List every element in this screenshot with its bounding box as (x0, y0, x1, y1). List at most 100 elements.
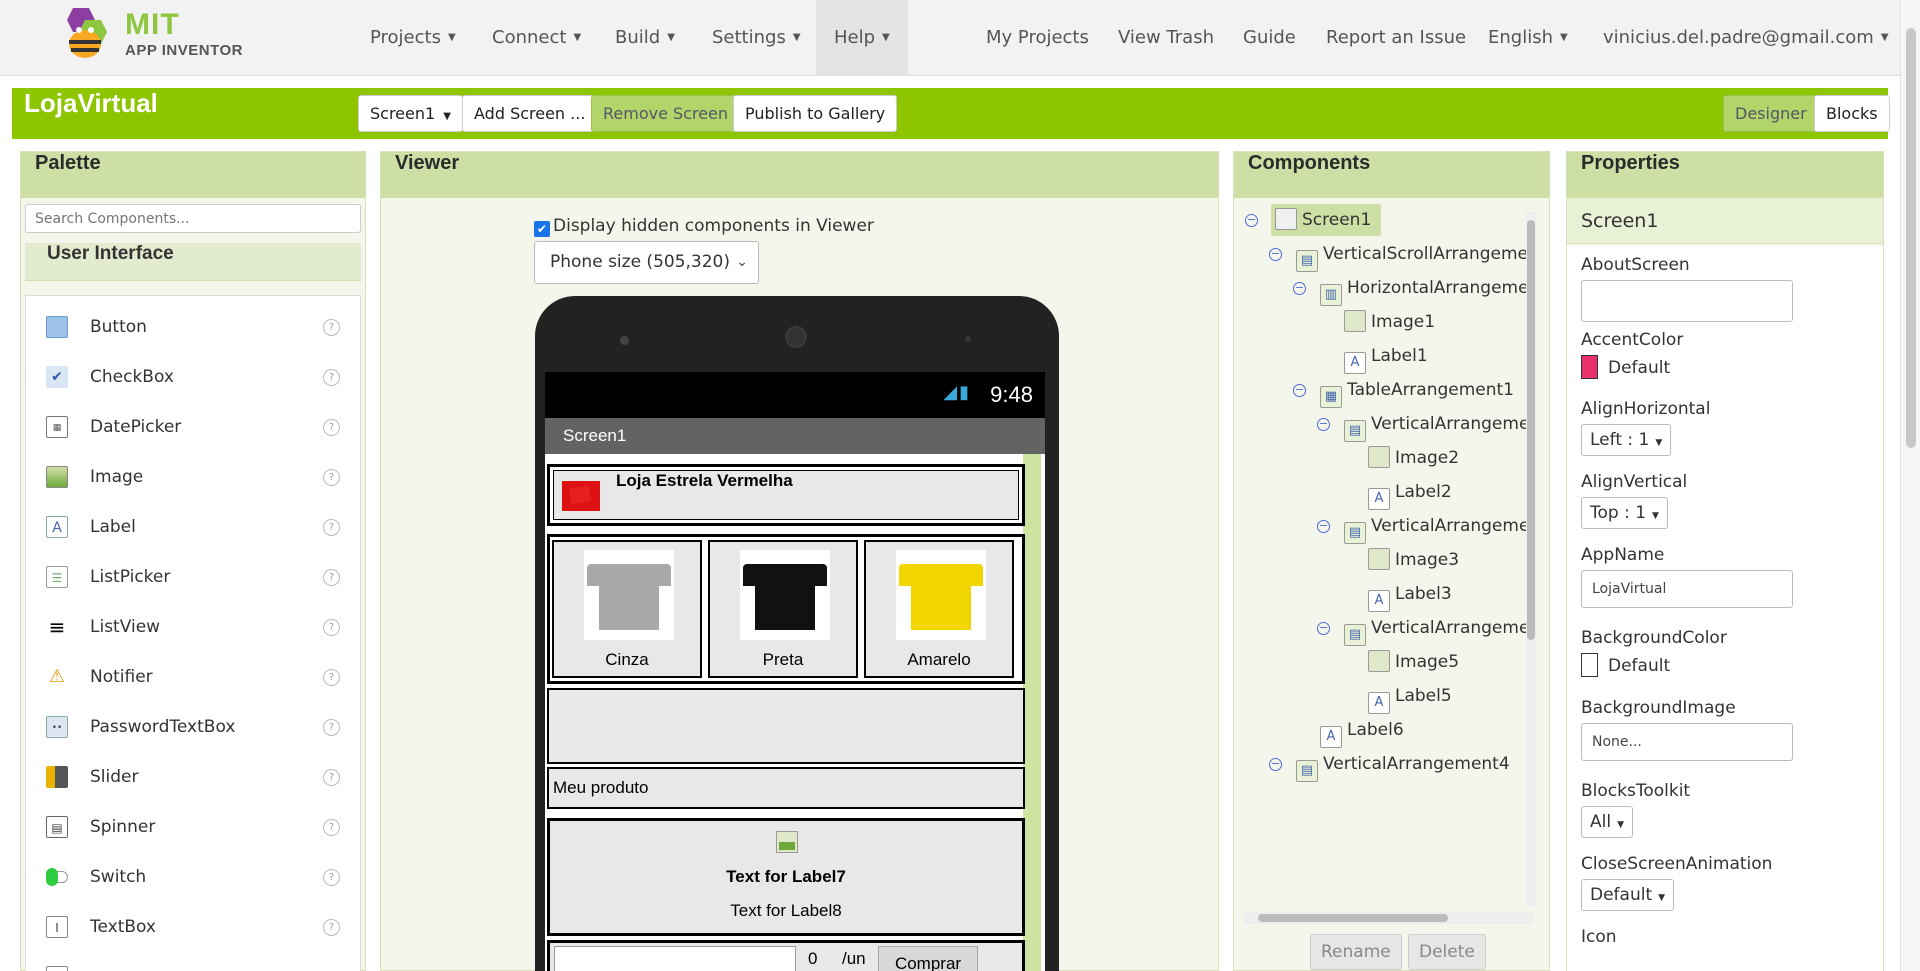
page-scrollbar[interactable] (1900, 0, 1920, 971)
palette-item-listpicker[interactable]: ☰ ListPicker? (26, 552, 360, 602)
appname-input[interactable]: LojaVirtual (1581, 570, 1793, 608)
tree-node-label3[interactable]: A Label3 (1368, 578, 1452, 612)
horizontal-arrangement-header[interactable]: Loja Estrela Vermelha (547, 464, 1025, 526)
tree-node-verticalarrangement2[interactable]: ▤VerticalArrangement2 (1344, 510, 1532, 544)
nav-language[interactable]: English ▼ (1488, 0, 1568, 76)
blocks-button[interactable]: Blocks (1814, 95, 1890, 132)
tree-node-label6[interactable]: A Label6 (1320, 714, 1404, 748)
palette-item-next[interactable] (26, 952, 360, 971)
tree-node-label2[interactable]: A Label2 (1368, 476, 1452, 510)
tree-node-image2[interactable]: Image2 (1368, 442, 1459, 474)
palette-item-switch[interactable]: Switch? (26, 852, 360, 902)
tshirt-image[interactable] (740, 550, 830, 640)
product-detail-arrangement[interactable]: Text for Label7 Text for Label8 (547, 818, 1025, 936)
collapse-icon[interactable]: − (1245, 214, 1258, 227)
quantity-label[interactable]: 0 (808, 949, 817, 969)
product-label[interactable]: Cinza (554, 650, 700, 670)
nav-report-issue[interactable]: Report an Issue (1326, 0, 1466, 76)
nav-view-trash[interactable]: View Trash (1118, 0, 1214, 76)
accentcolor-picker[interactable]: Default (1581, 355, 1683, 379)
palette-item-image[interactable]: Image? (26, 452, 360, 502)
collapse-icon[interactable]: − (1317, 520, 1330, 533)
aboutscreen-textarea[interactable] (1581, 280, 1793, 322)
nav-connect[interactable]: Connect ▼ (492, 0, 581, 76)
tree-node-tablearrangement1[interactable]: ▦ TableArrangement1 (1320, 374, 1514, 408)
palette-item-datepicker[interactable]: ▦ DatePicker? (26, 402, 360, 452)
tree-node-image1[interactable]: Image1 (1344, 306, 1435, 338)
tree-node-screen1[interactable]: Screen1 (1271, 204, 1382, 236)
unit-label[interactable]: /un (842, 949, 866, 969)
help-icon[interactable]: ? (323, 469, 340, 486)
display-hidden-checkbox[interactable]: ✔ Display hidden components in Viewer (534, 216, 874, 237)
delete-button[interactable]: Delete (1408, 934, 1486, 970)
collapse-icon[interactable]: − (1317, 622, 1330, 635)
tree-node-verticalarrangement3[interactable]: ▤VerticalArrangement3 (1344, 612, 1532, 646)
meu-produto-label[interactable]: Meu produto (547, 767, 1025, 809)
screen-select-button[interactable]: Screen1 ▼ (358, 95, 463, 132)
collapse-icon[interactable]: − (1317, 418, 1330, 431)
background-swatch[interactable] (1581, 653, 1598, 677)
product-card[interactable]: Cinza (552, 540, 702, 678)
product-card[interactable]: Preta (708, 540, 858, 678)
nav-build[interactable]: Build ▼ (615, 0, 675, 76)
help-icon[interactable]: ? (323, 869, 340, 886)
tshirt-image[interactable] (896, 550, 986, 640)
product-card[interactable]: Amarelo (864, 540, 1014, 678)
palette-item-notifier[interactable]: ⚠ Notifier? (26, 652, 360, 702)
help-icon[interactable]: ? (323, 819, 340, 836)
publish-gallery-button[interactable]: Publish to Gallery (733, 95, 898, 132)
collapse-icon[interactable]: − (1269, 758, 1282, 771)
help-icon[interactable]: ? (323, 669, 340, 686)
scrollbar-thumb[interactable] (1906, 28, 1916, 448)
help-icon[interactable]: ? (323, 769, 340, 786)
app-inventor-logo[interactable]: MIT APP INVENTOR (55, 6, 255, 66)
tshirt-image[interactable] (584, 550, 674, 640)
tree-node-horizontalarrangement1[interactable]: ▥HorizontalArrangement1 (1320, 272, 1532, 306)
app-title-label[interactable]: Loja Estrela Vermelha (616, 471, 793, 491)
palette-item-listview[interactable]: ≡ ListView? (26, 602, 360, 652)
help-icon[interactable]: ? (323, 519, 340, 536)
palette-item-label[interactable]: A Label? (26, 502, 360, 552)
phone-size-select[interactable]: Phone size (505,320) ⌄ (534, 241, 759, 284)
rename-button[interactable]: Rename (1310, 934, 1402, 970)
tree-node-image3[interactable]: Image3 (1368, 544, 1459, 576)
tree-vertical-scrollbar[interactable] (1526, 212, 1536, 906)
product-label[interactable]: Preta (710, 650, 856, 670)
tree-node-label1[interactable]: A Label1 (1344, 340, 1428, 374)
remove-screen-button[interactable]: Remove Screen (591, 95, 741, 132)
backgroundimage-input[interactable]: None... (1581, 723, 1793, 761)
empty-arrangement[interactable] (547, 688, 1025, 764)
palette-search-input[interactable] (25, 204, 361, 233)
quantity-textbox[interactable] (554, 946, 796, 971)
palette-item-passwordtextbox[interactable]: •• PasswordTextBox? (26, 702, 360, 752)
red-star-image[interactable] (562, 481, 600, 511)
alignvertical-dropdown[interactable]: Top : 1 ▼ (1581, 497, 1668, 529)
nav-guide[interactable]: Guide (1243, 0, 1296, 76)
closescreenanimation-dropdown[interactable]: Default ▼ (1581, 879, 1675, 911)
help-icon[interactable]: ? (323, 569, 340, 586)
help-icon[interactable]: ? (323, 619, 340, 636)
accent-swatch[interactable] (1581, 355, 1598, 379)
label7[interactable]: Text for Label7 (550, 867, 1022, 887)
nav-settings[interactable]: Settings ▼ (712, 0, 801, 76)
collapse-icon[interactable]: − (1269, 248, 1282, 261)
palette-category-user-interface[interactable]: User Interface (25, 243, 361, 281)
backgroundcolor-picker[interactable]: Default (1581, 653, 1727, 677)
scrollbar-thumb[interactable] (1258, 914, 1448, 922)
help-icon[interactable]: ? (323, 369, 340, 386)
palette-item-checkbox[interactable]: ✔ CheckBox? (26, 352, 360, 402)
tree-node-verticalarrangement1[interactable]: ▤VerticalArrangement1 (1344, 408, 1532, 442)
add-screen-button[interactable]: Add Screen ... (462, 95, 598, 132)
table-arrangement-products[interactable]: Cinza Preta Amarelo (547, 534, 1025, 684)
nav-my-projects[interactable]: My Projects (986, 0, 1089, 76)
help-icon[interactable]: ? (323, 919, 340, 936)
palette-item-slider[interactable]: Slider? (26, 752, 360, 802)
label8[interactable]: Text for Label8 (550, 901, 1022, 921)
image-placeholder-icon[interactable] (776, 831, 798, 853)
help-icon[interactable]: ? (323, 319, 340, 336)
collapse-icon[interactable]: − (1293, 282, 1306, 295)
tree-node-verticalarrangement4[interactable]: ▤ VerticalArrangement4 (1296, 748, 1510, 782)
tree-horizontal-scrollbar[interactable] (1244, 912, 1534, 924)
palette-item-spinner[interactable]: ▤ Spinner? (26, 802, 360, 852)
checkbox-checked-icon[interactable]: ✔ (534, 221, 550, 237)
